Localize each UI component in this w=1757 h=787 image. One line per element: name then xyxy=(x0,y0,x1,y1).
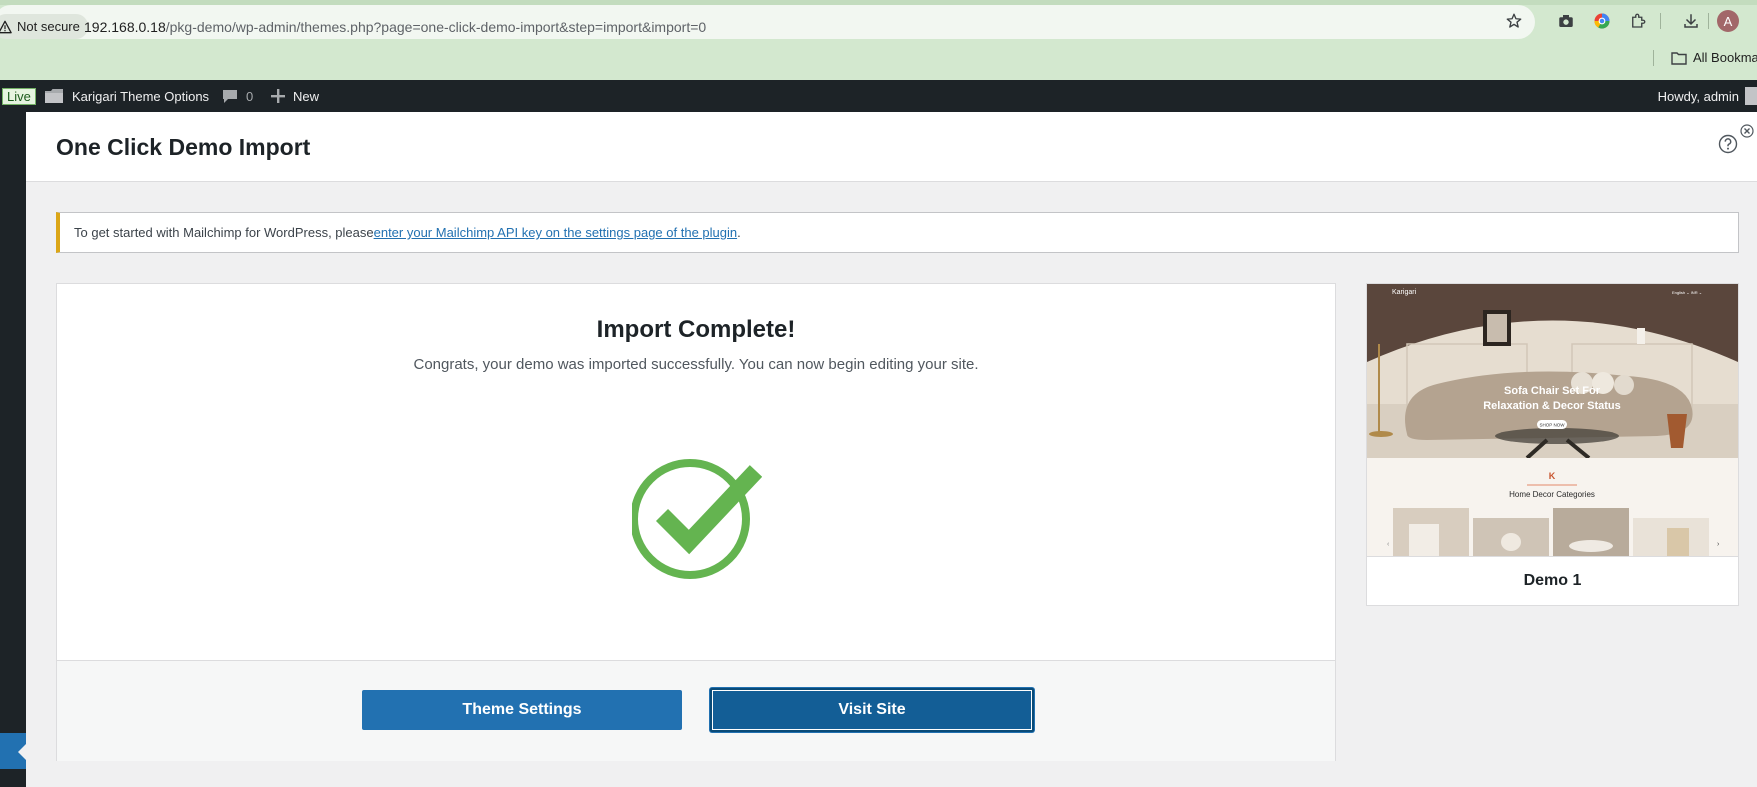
url-path: /pkg-demo/wp-admin/themes.php?page=one-c… xyxy=(165,19,707,35)
mailchimp-settings-link[interactable]: enter your Mailchimp API key on the sett… xyxy=(374,225,738,240)
howdy-label: Howdy, admin xyxy=(1657,88,1739,104)
new-content-menu[interactable]: New xyxy=(271,80,319,112)
security-label: Not secure xyxy=(17,19,80,34)
preview-brand: Karigari xyxy=(1392,289,1417,296)
url-text[interactable]: 192.168.0.18/pkg-demo/wp-admin/themes.ph… xyxy=(84,19,706,35)
live-badge[interactable]: Live xyxy=(2,88,36,105)
plus-icon xyxy=(271,89,285,103)
url-host: 192.168.0.18 xyxy=(84,19,166,35)
download-icon[interactable] xyxy=(1681,11,1701,31)
extensions-puzzle-icon[interactable] xyxy=(1628,11,1648,31)
visit-site-button[interactable]: Visit Site xyxy=(710,688,1034,732)
notice-suffix: . xyxy=(737,225,741,240)
notice-text: To get started with Mailchimp for WordPr… xyxy=(74,225,374,240)
address-bar[interactable]: Not secure 192.168.0.18/pkg-demo/wp-admi… xyxy=(0,5,1535,39)
toolbar-divider xyxy=(1708,13,1709,29)
user-avatar xyxy=(1745,87,1757,105)
security-indicator[interactable]: Not secure xyxy=(0,14,88,39)
preview-hero-button: SHOP NOW xyxy=(1540,423,1566,428)
all-bookmarks-button[interactable]: All Bookma xyxy=(1671,50,1757,65)
bookmark-star-icon[interactable] xyxy=(1505,12,1523,30)
panel-actions xyxy=(57,660,1335,761)
import-complete-panel: Import Complete! Congrats, your demo was… xyxy=(56,283,1336,761)
theme-options-label: Karigari Theme Options xyxy=(72,88,210,104)
warning-triangle-icon xyxy=(0,20,12,33)
svg-text:English ⌄ INR ⌄: English ⌄ INR ⌄ xyxy=(1672,290,1702,295)
theme-settings-button[interactable]: Theme Settings xyxy=(362,690,682,730)
new-label: New xyxy=(293,88,320,104)
help-icon[interactable] xyxy=(1718,134,1738,154)
toolbar-divider xyxy=(1660,13,1661,29)
folder-icon xyxy=(1671,51,1687,65)
theme-options-menu[interactable]: Karigari Theme Options xyxy=(44,80,209,112)
demo-name: Demo 1 xyxy=(1367,556,1738,605)
preview-hero-line1: Sofa Chair Set For xyxy=(1504,385,1601,397)
page-header: One Click Demo Import xyxy=(26,112,1757,182)
import-success-message: Congrats, your demo was imported success… xyxy=(413,356,979,373)
mailchimp-notice: To get started with Mailchimp for WordPr… xyxy=(56,212,1739,253)
admin-sidebar xyxy=(0,112,26,787)
color-picker-extension-icon[interactable] xyxy=(1592,11,1612,31)
browser-toolbar: Not secure 192.168.0.18/pkg-demo/wp-admi… xyxy=(0,0,1757,80)
demo-preview-image: Karigari English ⌄ INR ⌄ Sofa Chair Set … xyxy=(1367,284,1738,556)
comments-menu[interactable]: 0 xyxy=(222,80,253,112)
profile-avatar[interactable]: A xyxy=(1717,10,1739,32)
camera-icon[interactable] xyxy=(1556,11,1576,31)
preview-section-title: Home Decor Categories xyxy=(1509,490,1595,499)
demo-card[interactable]: Karigari English ⌄ INR ⌄ Sofa Chair Set … xyxy=(1366,283,1739,606)
success-checkmark-icon xyxy=(632,459,762,579)
comment-bubble-icon xyxy=(223,89,237,103)
all-bookmarks-label: All Bookma xyxy=(1693,50,1757,65)
wp-admin-bar: Live Karigari Theme Options 0 New Howdy,… xyxy=(0,80,1757,112)
folder-icon xyxy=(45,89,63,103)
dismiss-x-icon[interactable] xyxy=(1740,124,1754,138)
bookmarks-divider xyxy=(1653,50,1654,66)
import-complete-heading: Import Complete! xyxy=(596,316,796,343)
comments-count: 0 xyxy=(246,88,254,104)
svg-text:K: K xyxy=(1549,471,1556,481)
my-account-menu[interactable]: Howdy, admin xyxy=(1658,80,1757,112)
current-menu-arrow-icon xyxy=(18,744,26,760)
preview-hero-line2: Relaxation & Decor Status xyxy=(1483,400,1621,412)
page-title: One Click Demo Import xyxy=(56,134,311,160)
